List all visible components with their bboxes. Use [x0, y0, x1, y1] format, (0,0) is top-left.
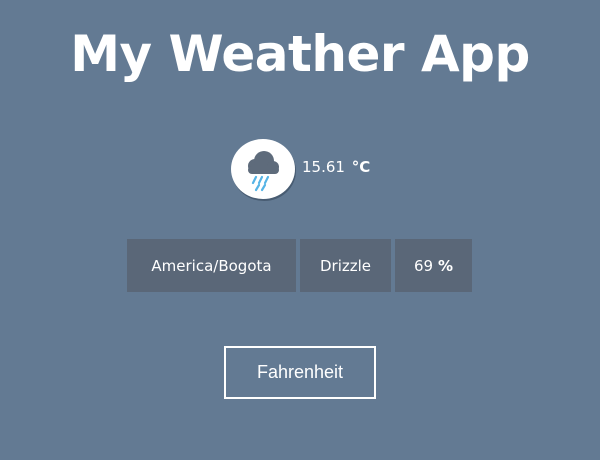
rain-cloud-icon: [248, 151, 279, 192]
humidity-box: 69 %: [395, 239, 472, 292]
app-title: My Weather App: [70, 25, 530, 83]
description-box: Drizzle: [300, 239, 391, 292]
humidity-value: 69: [413, 256, 434, 275]
timezone-label: America/Bogota: [151, 256, 272, 275]
weather-icon-badge: [231, 139, 295, 199]
temperature-unit: °C: [351, 158, 371, 176]
humidity-unit: %: [438, 256, 454, 275]
weather-info-row: America/Bogota Drizzle 69 %: [127, 239, 472, 292]
timezone-box: America/Bogota: [127, 239, 296, 292]
description-label: Drizzle: [319, 256, 372, 275]
temperature-readout: 15.61 °C: [302, 157, 370, 177]
temperature-value: 15.61: [302, 158, 345, 176]
fahrenheit-toggle-button[interactable]: Fahrenheit: [224, 346, 376, 399]
